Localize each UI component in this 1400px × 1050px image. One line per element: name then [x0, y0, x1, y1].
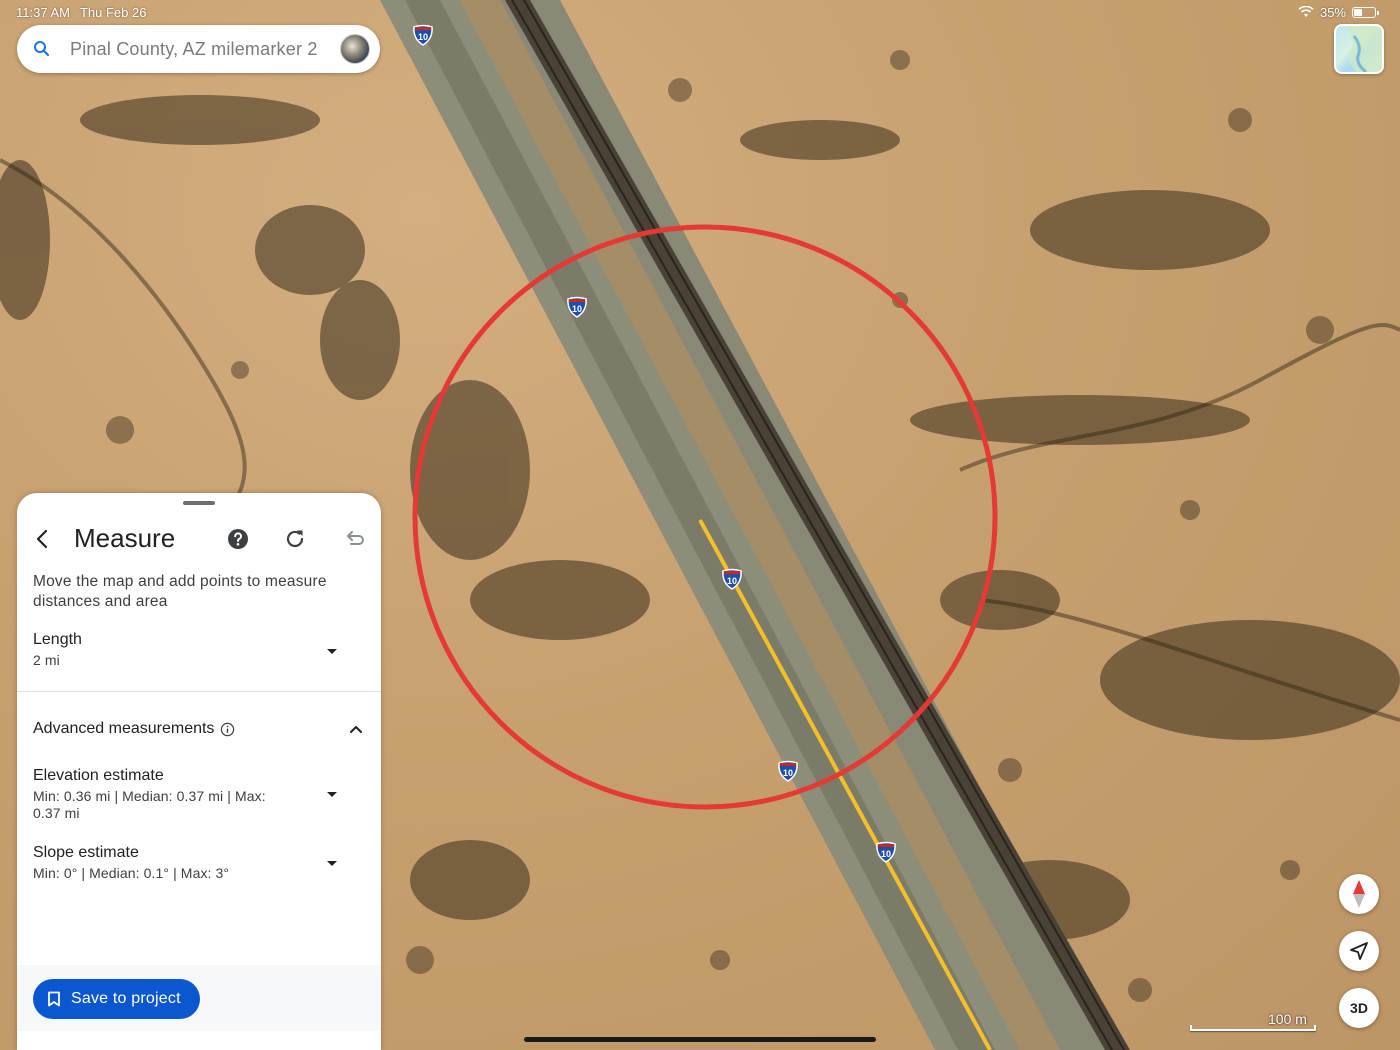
help-icon[interactable] — [226, 527, 250, 551]
measure-instructions: Move the map and add points to measure d… — [33, 573, 327, 610]
interstate-shield-icon: 10 — [876, 841, 896, 863]
status-time: 11:37 AM — [16, 4, 70, 20]
svg-text:10: 10 — [727, 576, 737, 586]
advanced-measurements-label: Advanced measurements — [33, 720, 215, 737]
dropdown-arrow-icon — [327, 649, 337, 654]
search-icon[interactable] — [32, 39, 52, 59]
panel-footer: Save to project — [17, 965, 381, 1031]
compass-icon — [1353, 880, 1365, 908]
my-location-button[interactable] — [1339, 931, 1379, 971]
navigation-arrow-icon — [1350, 942, 1368, 960]
avatar[interactable] — [340, 34, 370, 64]
measure-panel: Measure Move the map and add points to m… — [17, 493, 381, 1050]
slope-label: Slope estimate — [33, 844, 139, 861]
save-button-label: Save to project — [71, 990, 181, 1007]
undo-icon[interactable] — [341, 527, 365, 551]
info-icon[interactable] — [220, 722, 235, 737]
slope-value: Min: 0° | Median: 0.1° | Max: 3° — [33, 865, 230, 881]
search-input[interactable] — [70, 38, 340, 60]
status-bar: 11:37 AM Thu Feb 26 35% — [0, 0, 1400, 24]
dropdown-arrow-icon[interactable] — [327, 792, 337, 797]
interstate-shield-icon: 10 — [778, 760, 798, 782]
interstate-shield-icon: 10 — [722, 568, 742, 590]
panel-header: Measure — [17, 517, 381, 561]
svg-text:10: 10 — [881, 849, 891, 859]
toggle-3d-button[interactable]: 3D — [1339, 988, 1379, 1028]
battery-percent: 35% — [1319, 4, 1346, 20]
advanced-measurements-toggle[interactable]: Advanced measurements — [33, 718, 365, 740]
slope-estimate-dropdown[interactable]: Slope estimate Min: 0° | Median: 0.1° | … — [33, 844, 333, 882]
map-layers-button[interactable] — [1334, 24, 1384, 74]
scale-line — [1190, 1025, 1316, 1031]
save-to-project-button[interactable]: Save to project — [33, 979, 200, 1019]
interstate-shield-icon: 10 — [567, 296, 587, 318]
bookmark-icon — [48, 991, 60, 1007]
battery-icon — [1352, 6, 1379, 18]
map-layers-icon — [1346, 26, 1382, 72]
panel-drag-handle[interactable] — [183, 501, 215, 505]
svg-text:10: 10 — [783, 768, 793, 778]
interstate-shield-icon: 10 — [413, 24, 433, 46]
length-dropdown[interactable]: Length 2 mi — [33, 631, 365, 675]
elevation-value: Min: 0.36 mi | Median: 0.37 mi | Max: 0.… — [33, 788, 266, 821]
scale-bar: 100 m — [1190, 1011, 1318, 1031]
dropdown-arrow-icon[interactable] — [327, 861, 337, 866]
divider — [17, 691, 381, 692]
status-date: Thu Feb 26 — [79, 4, 147, 20]
panel-title: Measure — [74, 523, 176, 553]
home-indicator[interactable] — [524, 1037, 876, 1042]
compass-button[interactable] — [1339, 874, 1379, 914]
svg-text:10: 10 — [572, 304, 582, 314]
length-value: 2 mi — [33, 652, 60, 668]
refresh-icon[interactable] — [283, 527, 307, 551]
elevation-estimate-dropdown[interactable]: Elevation estimate Min: 0.36 mi | Median… — [33, 767, 333, 822]
wifi-icon — [1298, 6, 1314, 17]
chevron-up-icon[interactable] — [349, 722, 363, 736]
length-label: Length — [33, 631, 82, 648]
back-arrow-icon[interactable] — [31, 527, 55, 551]
elevation-label: Elevation estimate — [33, 767, 164, 784]
svg-text:10: 10 — [418, 32, 428, 42]
search-bar[interactable] — [17, 25, 380, 73]
